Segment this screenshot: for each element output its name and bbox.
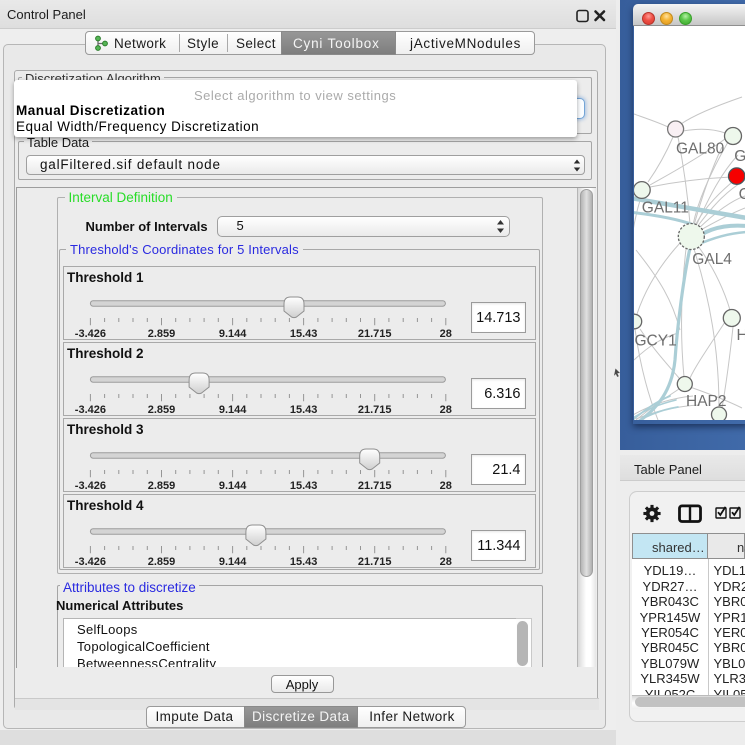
svg-text:GAL4: GAL4 bbox=[692, 251, 732, 268]
svg-text:21.715: 21.715 bbox=[358, 327, 392, 339]
svg-text:2.859: 2.859 bbox=[148, 327, 176, 339]
svg-text:21.715: 21.715 bbox=[358, 479, 392, 491]
svg-text:GA: GA bbox=[734, 148, 745, 165]
svg-text:9.144: 9.144 bbox=[219, 327, 247, 339]
svg-text:15.43: 15.43 bbox=[290, 327, 318, 339]
svg-text:15.43: 15.43 bbox=[290, 555, 318, 567]
svg-text:HAP2: HAP2 bbox=[686, 393, 727, 410]
svg-text:28: 28 bbox=[440, 479, 452, 491]
svg-text:2.859: 2.859 bbox=[148, 555, 176, 567]
svg-text:-3.426: -3.426 bbox=[75, 327, 106, 339]
svg-text:15.43: 15.43 bbox=[290, 479, 318, 491]
svg-text:28: 28 bbox=[440, 403, 452, 415]
svg-text:GAL11: GAL11 bbox=[642, 199, 689, 216]
svg-text:-3.426: -3.426 bbox=[75, 479, 106, 491]
svg-text:GAL80: GAL80 bbox=[676, 141, 725, 158]
svg-text:21.715: 21.715 bbox=[358, 403, 392, 415]
svg-text:-3.426: -3.426 bbox=[75, 555, 106, 567]
svg-text:2.859: 2.859 bbox=[148, 403, 176, 415]
svg-text:9.144: 9.144 bbox=[219, 403, 247, 415]
svg-text:H: H bbox=[737, 327, 745, 344]
svg-text:-3.426: -3.426 bbox=[75, 403, 106, 415]
svg-text:9.144: 9.144 bbox=[219, 479, 247, 491]
svg-text:GCY1: GCY1 bbox=[635, 333, 677, 350]
svg-text:21.715: 21.715 bbox=[358, 555, 392, 567]
svg-text:C: C bbox=[739, 186, 745, 203]
svg-text:2.859: 2.859 bbox=[148, 479, 176, 491]
svg-text:9.144: 9.144 bbox=[219, 555, 247, 567]
svg-text:15.43: 15.43 bbox=[290, 403, 318, 415]
svg-text:28: 28 bbox=[440, 327, 452, 339]
svg-text:28: 28 bbox=[440, 555, 452, 567]
